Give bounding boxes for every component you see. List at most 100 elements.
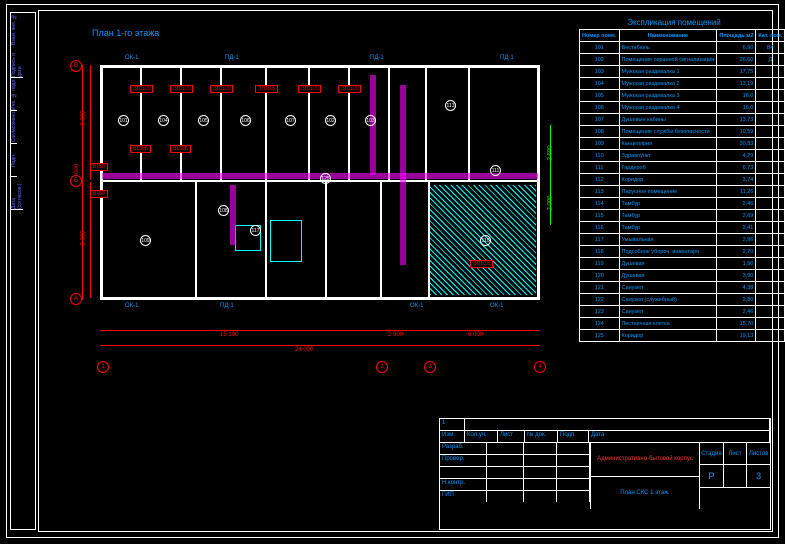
wall — [537, 65, 540, 300]
table-row: 104Мужская раздевалка 213,19 — [580, 78, 785, 90]
dim-label: 24 000 — [295, 347, 313, 353]
table-row: 111Гардероб6,73 — [580, 162, 785, 174]
dim-line — [380, 330, 428, 331]
wall — [265, 182, 267, 298]
titleblock-header-row: Изм. Кол.уч. Лист № док. Подп. Дата — [440, 431, 770, 443]
equip-tag: ЭП10.5 — [170, 85, 193, 93]
plan-title: План 1-го этажа — [92, 28, 159, 38]
room-schedule: Экспликация помещений Номер поме. Наимен… — [579, 18, 769, 342]
room-number: 125 — [320, 173, 331, 184]
schedule-title: Экспликация помещений — [579, 18, 769, 27]
dim-line — [100, 330, 380, 331]
table-row: 113Парусное помещение11,26 — [580, 186, 785, 198]
wall — [425, 67, 427, 181]
duct-branch — [400, 85, 406, 265]
bind-cell: Взам. инв. № — [11, 13, 17, 45]
duct-label: ПД-1 — [500, 55, 514, 61]
room-number: 117 — [250, 225, 261, 236]
table-row: 116Тамбур2,41 — [580, 222, 785, 234]
bind-cell: Подпись и дата — [11, 45, 23, 78]
wall — [100, 65, 103, 300]
duct-label: ПД-1 — [220, 303, 234, 309]
sched-head: Наименование — [619, 30, 717, 42]
axis-bubble: 3 — [424, 361, 436, 373]
room-number: 103 — [365, 115, 376, 126]
duct-label: ПД-1 — [370, 55, 384, 61]
table-row: 121Санузел4,38 — [580, 282, 785, 294]
titleblock-description: Административно-бытовой корпус План СКС … — [591, 443, 699, 509]
dim-label: 8 000 — [81, 230, 87, 245]
dim-line — [90, 182, 91, 298]
equip-tag: ЭП10.5 — [210, 85, 233, 93]
wall — [325, 182, 327, 298]
table-row: 117Умывальная2,96 — [580, 234, 785, 246]
axis-bubble: В — [70, 60, 82, 72]
dim-line — [100, 345, 540, 346]
title-block: 1 Изм. Кол.уч. Лист № док. Подп. Дата Ра… — [439, 418, 771, 530]
bind-cell: Инв. № подл. — [11, 78, 17, 111]
wall — [100, 297, 540, 300]
equip-tag: ЭП10.5 — [470, 260, 493, 268]
table-row: 108Помещение службы безопасности10,59 — [580, 126, 785, 138]
axis-bubble: 1 — [97, 361, 109, 373]
equip-tag: ЭП10.5 — [130, 85, 153, 93]
duct-label: ОК-1 — [410, 303, 424, 309]
equip-tag: ЭП10.5 — [298, 85, 321, 93]
table-row: 125Коридор19,13 — [580, 330, 785, 342]
table-row: 119Душевая1,90 — [580, 258, 785, 270]
wall — [468, 67, 470, 181]
sched-head: Кат. пом. — [756, 30, 785, 42]
wall — [380, 182, 382, 298]
dim-line — [82, 65, 83, 300]
room-number: 105 — [198, 115, 209, 126]
table-row: 115Тамбур2,69 — [580, 210, 785, 222]
floor-plan: 101 104 105 106 107 102 103 113 111 109 … — [70, 45, 560, 335]
dim-label: 15 100 — [220, 332, 238, 338]
binding-margin: Взам. инв. № Подпись и дата Инв. № подл.… — [10, 12, 36, 530]
equipment-icon — [270, 220, 302, 262]
dim-label: 2 600 — [548, 145, 554, 160]
table-row: 123Санузел2,46 — [580, 306, 785, 318]
titleblock-row: 1 — [440, 419, 770, 431]
table-row: 102Помещение охранной сигнализации26,60Д — [580, 54, 785, 66]
table-row: 101Вестибюль6,90В4 — [580, 42, 785, 54]
axis-bubble: 4 — [534, 361, 546, 373]
equip-tag: В150Б — [130, 145, 151, 153]
room-number: 102 — [325, 115, 336, 126]
room-number: 107 — [285, 115, 296, 126]
table-row: 110Здравпункт4,29 — [580, 150, 785, 162]
axis-bubble: Б — [70, 175, 82, 187]
table-row: 106Мужская раздевалка 416,0 — [580, 102, 785, 114]
dim-label: 2 900 — [388, 332, 403, 338]
project-name: Административно-бытовой корпус — [591, 443, 699, 477]
table-row: 107Душевые кабины13,73 — [580, 114, 785, 126]
duct-label: ОК-1 — [490, 303, 504, 309]
table-row: 103Мужская раздевалка 117,75 — [580, 66, 785, 78]
duct-label: ОК-1 — [125, 55, 139, 61]
schedule-table: Номер поме. Наименование Площадь м2 Кат.… — [579, 29, 785, 342]
table-row: 118Подсобное убороч. инвентаря2,70 — [580, 246, 785, 258]
room-number: 106 — [240, 115, 251, 126]
wall — [195, 182, 197, 298]
table-row: 105Мужская раздевалка 316,0 — [580, 90, 785, 102]
bind-cell: Согласовано — [11, 111, 17, 144]
equip-tag: ЭП10.5 — [255, 85, 278, 93]
room-number: 108 — [218, 205, 229, 216]
axis-bubble: 2 — [376, 361, 388, 373]
table-row: 114Тамбур2,46 — [580, 198, 785, 210]
room-number: 111 — [490, 165, 501, 176]
table-row: 120Душевая3,90 — [580, 270, 785, 282]
room-number: 104 — [158, 115, 169, 126]
dim-label: 2 000 — [548, 195, 554, 210]
table-row: 122Санузел (служебный)2,80 — [580, 294, 785, 306]
room-number: 109 — [140, 235, 151, 246]
dim-line — [428, 330, 540, 331]
table-row: 124Лестничная клетка15,70 — [580, 318, 785, 330]
titleblock-stage: Стадия Лист Листов Р 3 — [699, 443, 770, 509]
table-row: 109Канцелярия30,83 — [580, 138, 785, 150]
wall — [100, 65, 540, 68]
equip-tag: ЭП10.5 — [338, 85, 361, 93]
room-number: 110 — [480, 235, 491, 246]
duct-branch — [230, 185, 236, 245]
bind-cell: Подп. — [11, 144, 17, 177]
